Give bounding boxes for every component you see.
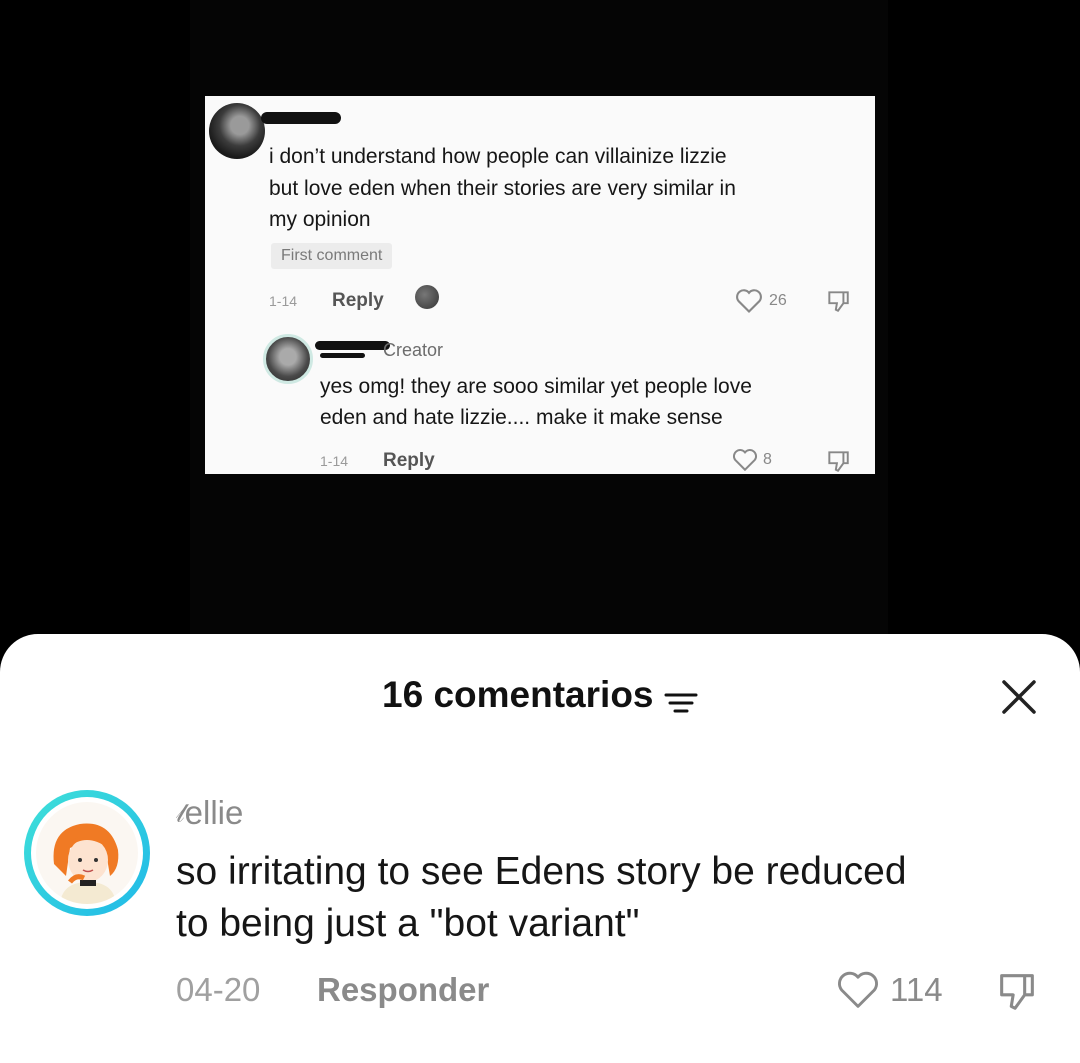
comment-date: 1-14	[269, 293, 298, 309]
like-count: 114	[890, 971, 943, 1008]
commenter-avatar	[209, 103, 265, 159]
reply-line-1: yes omg! they are sooo similar yet peopl…	[320, 375, 752, 398]
redacted-creator-name	[315, 341, 390, 350]
pin-mark-icon: 𝓁	[176, 798, 185, 828]
comment-username[interactable]: 𝓁ellie	[176, 794, 243, 832]
reply-line-2: eden and hate lizzie.... make it make se…	[320, 406, 723, 429]
filter-lines-icon[interactable]	[664, 690, 698, 716]
redacted-creator-name-2	[320, 353, 365, 358]
comment-line-3: my opinion	[269, 208, 371, 231]
creator-avatar	[263, 334, 313, 384]
comment-date: 04-20	[176, 971, 261, 1008]
comment-text-line-1: so irritating to see Edens story be redu…	[176, 850, 907, 893]
dislike-icon	[828, 291, 849, 312]
video-player[interactable]: i don’t understand how people can villai…	[0, 0, 1080, 640]
heart-icon	[736, 289, 762, 313]
redacted-username	[261, 112, 341, 124]
comment-line-2: but love eden when their stories are ver…	[269, 177, 736, 200]
reply-reply-button: Reply	[383, 450, 435, 471]
dislike-icon	[828, 451, 849, 472]
comment-text: so irritating to see Edens story be redu…	[176, 846, 1036, 950]
dislike-icon[interactable]	[994, 968, 1040, 1014]
avatar[interactable]	[24, 790, 150, 916]
creator-label: Creator	[383, 340, 444, 360]
comments-count-title: 16 comentarios	[382, 674, 654, 715]
close-icon[interactable]	[996, 674, 1042, 720]
creator-liked-avatar	[415, 285, 439, 309]
first-comment-badge: First comment	[271, 243, 393, 269]
reply-button[interactable]: Responder	[317, 971, 489, 1009]
comment-line-1: i don’t understand how people can villai…	[269, 145, 727, 168]
heart-icon	[732, 449, 758, 472]
embedded-comment-screenshot: i don’t understand how people can villai…	[205, 96, 875, 474]
like-count: 26	[769, 292, 787, 309]
reply-date: 1-14	[320, 453, 349, 469]
comment-text-line-2: to being just a "bot variant"	[176, 902, 640, 945]
comments-header: 16 comentarios	[0, 674, 1080, 716]
reply-like-count: 8	[763, 451, 772, 468]
avatar-illustration	[36, 802, 138, 904]
comments-sheet: 16 comentarios 𝓁ellie so irritating to s…	[0, 634, 1080, 1063]
reply-button: Reply	[332, 290, 384, 311]
heart-icon[interactable]	[836, 970, 880, 1010]
